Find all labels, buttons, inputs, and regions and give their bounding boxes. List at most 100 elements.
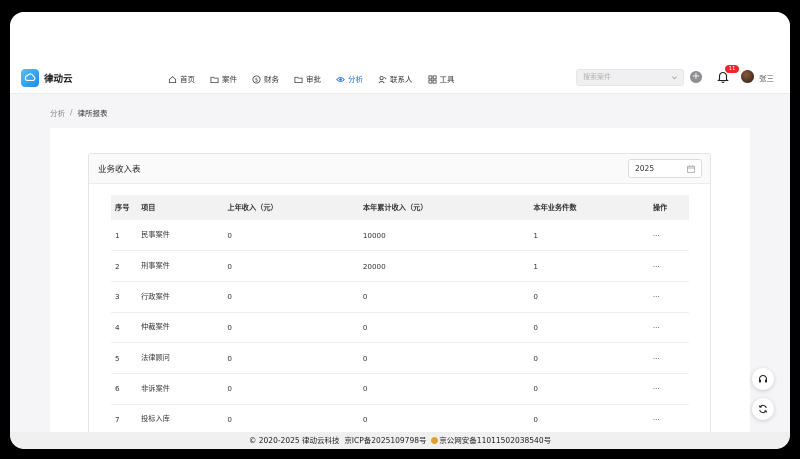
logo[interactable]: 律动云: [21, 69, 73, 87]
footer-copyright: © 2020-2025 律动云科技: [248, 436, 340, 445]
eye-icon: [336, 76, 345, 82]
table-cell: 0: [533, 292, 538, 302]
table-cell: 0: [362, 322, 368, 332]
table-row: 3 行政案件 0 0 0 ···: [111, 281, 689, 313]
table-cell: 0: [533, 384, 538, 394]
table-cell: 0: [533, 353, 538, 363]
nav-label: 首页: [180, 74, 195, 84]
table-cell: 3: [115, 292, 120, 302]
footer-police[interactable]: 京公网安备11011502038540号: [439, 436, 551, 445]
nav-label: 审批: [306, 74, 321, 84]
dollar-icon: $: [252, 74, 261, 84]
nav-label: 联系人: [390, 74, 413, 84]
table-cell: 刑事案件: [141, 261, 170, 271]
table-cell: 0: [533, 322, 538, 332]
table-cell: 仲裁案件: [141, 322, 170, 332]
table-cell: 0: [362, 384, 368, 394]
table-row: 7 投标入库 0 0 0 ···: [111, 404, 689, 435]
folder-icon: [294, 76, 303, 83]
row-actions-button[interactable]: ···: [649, 404, 689, 435]
table-cell: 0: [227, 292, 232, 302]
table-cell: 0: [227, 414, 232, 424]
table-cell: 0: [362, 353, 368, 363]
col-header: 本年累计收入（元）: [362, 202, 428, 212]
svg-text:$: $: [255, 77, 258, 83]
row-actions-button[interactable]: ···: [649, 281, 689, 312]
breadcrumb-separator: /: [70, 108, 73, 117]
calendar-icon: [687, 165, 695, 173]
col-header: 本年业务件数: [533, 202, 577, 212]
nav-item-approval[interactable]: 审批: [294, 64, 321, 94]
main-nav: 首页 案件 $ 财务 审批 分析 联系人 工具: [168, 64, 470, 94]
row-actions-button[interactable]: ···: [649, 220, 689, 251]
table-cell: 民事案件: [141, 230, 170, 240]
col-header: 上年收入（元）: [227, 202, 278, 212]
row-actions-button[interactable]: ···: [649, 251, 689, 282]
card-title: 业务收入表: [98, 165, 141, 175]
breadcrumb-parent[interactable]: 分析: [50, 108, 65, 119]
app-name: 律动云: [44, 74, 73, 85]
folder-icon: [210, 76, 219, 83]
contacts-icon: [378, 75, 387, 83]
breadcrumb-current: 律所报表: [77, 109, 108, 118]
cloud-logo-icon: [21, 69, 39, 87]
user-name[interactable]: 张三: [759, 73, 774, 84]
table-cell: 法律顾问: [141, 353, 170, 363]
search-placeholder: 搜索案件: [583, 73, 611, 81]
table-cell: 行政案件: [141, 291, 170, 301]
nav-item-analysis[interactable]: 分析: [336, 64, 363, 94]
top-header: 律动云 首页 案件 $ 财务 审批 分析 联系人 工具 搜索案件 + 11 张三: [10, 64, 790, 94]
table-cell: 0: [227, 261, 232, 271]
table-row: 2 刑事案件 0 20000 1 ···: [111, 251, 689, 282]
revenue-card: 业务收入表 2025 序号 项目 上年收入（元） 本年累计收入（元） 本年业务件…: [88, 153, 711, 449]
refresh-button[interactable]: [752, 398, 774, 420]
nav-item-tools[interactable]: 工具: [427, 64, 455, 94]
col-header: 项目: [141, 202, 156, 212]
notification-badge: 11: [725, 65, 739, 73]
nav-item-cases[interactable]: 案件: [210, 64, 237, 94]
footer-icp[interactable]: 京ICP备2025109798号: [344, 436, 426, 445]
col-header: 序号: [115, 202, 130, 212]
year-picker[interactable]: 2025: [628, 159, 702, 178]
table-cell: 10000: [362, 230, 386, 240]
support-button[interactable]: [752, 368, 774, 390]
app-window: 律动云 首页 案件 $ 财务 审批 分析 联系人 工具 搜索案件 + 11 张三…: [10, 12, 790, 449]
table-row: 4 仲裁案件 0 0 0 ···: [111, 312, 689, 343]
nav-label: 财务: [264, 74, 279, 84]
nav-item-finance[interactable]: $ 财务: [252, 64, 279, 94]
table-cell: 投标入库: [141, 414, 170, 424]
card-header: 业务收入表 2025: [89, 154, 710, 184]
table-header-row: 序号 项目 上年收入（元） 本年累计收入（元） 本年业务件数 操作: [111, 195, 689, 220]
table-cell: 0: [362, 292, 368, 302]
row-actions-button[interactable]: ···: [649, 343, 689, 374]
nav-item-contacts[interactable]: 联系人: [378, 64, 413, 94]
table-cell: 0: [227, 322, 232, 332]
table-cell: 2: [115, 261, 120, 271]
avatar[interactable]: [741, 70, 754, 83]
add-button[interactable]: +: [690, 71, 702, 83]
table-cell: 非诉案件: [141, 383, 170, 393]
search-input[interactable]: 搜索案件: [576, 69, 684, 86]
table-cell: 7: [115, 414, 120, 424]
table-cell: 0: [533, 414, 538, 424]
table-cell: 1: [533, 230, 538, 240]
revenue-table: 序号 项目 上年收入（元） 本年累计收入（元） 本年业务件数 操作 1 民事案件 0…: [111, 195, 689, 435]
col-header: 操作: [652, 202, 668, 212]
top-blank-area: [10, 12, 790, 64]
table-cell: 0: [227, 384, 232, 394]
table-cell: 0: [227, 230, 232, 240]
nav-item-home[interactable]: 首页: [168, 64, 195, 94]
table-cell: 1: [115, 230, 120, 240]
nav-label: 案件: [222, 74, 237, 84]
police-badge-icon: [431, 437, 439, 444]
chevron-down-icon: [672, 76, 677, 80]
row-actions-button[interactable]: ···: [649, 312, 689, 343]
row-actions-button[interactable]: ···: [649, 373, 689, 404]
table-cell: 5: [115, 353, 120, 363]
home-icon: [168, 75, 177, 83]
tools-icon: [427, 74, 437, 84]
year-value: 2025: [635, 164, 655, 173]
table-row: 1 民事案件 0 10000 1 ···: [111, 220, 689, 251]
table-cell: 4: [115, 322, 120, 332]
table-row: 6 非诉案件 0 0 0 ···: [111, 373, 689, 405]
